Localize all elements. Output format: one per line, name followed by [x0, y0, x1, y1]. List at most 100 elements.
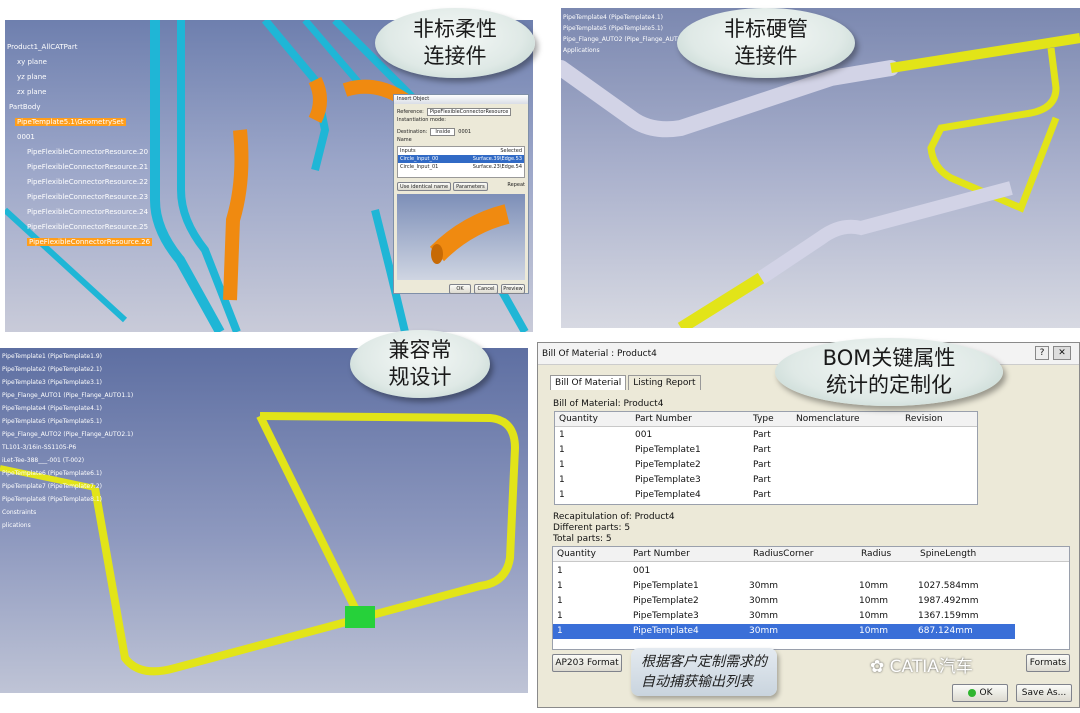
cancel-button[interactable]: Cancel [474, 284, 498, 294]
ap203-format-button[interactable]: AP203 Format [552, 654, 622, 672]
table-row[interactable]: 1 PipeTemplate2 30mm 10mm 1987.492mm [553, 594, 1069, 609]
total-parts: Total parts: 5 [553, 534, 612, 544]
tab-bill-of-material[interactable]: Bill Of Material [550, 375, 627, 390]
table-row-selected[interactable]: 1 PipeTemplate4 30mm 10mm 687.124mm [553, 624, 1015, 639]
tree-node-selected[interactable]: PipeTemplate5.1\GeometrySet [7, 115, 152, 130]
cell-type: Part [753, 490, 771, 500]
column-header[interactable]: Revision [905, 412, 943, 427]
cell-spine-length: 1987.492mm [918, 596, 979, 606]
column-header[interactable]: Nomenclature [796, 412, 859, 427]
callout-line: 非标柔性 [413, 17, 497, 41]
tree-node[interactable]: Product1_AllCATPart [7, 40, 152, 55]
tree-node[interactable]: iLet-Tee-388___-001 (T-002) [2, 454, 133, 467]
conventional-design-viewport[interactable]: PipeTemplate1 (PipeTemplate1.9) PipeTemp… [0, 348, 528, 693]
tree-node[interactable]: Constraints [2, 506, 133, 519]
callout-line: 非标硬管 [724, 17, 808, 41]
tree-node[interactable]: Pipe_Flange_AUTO1 (Pipe_Flange_AUTO1.1) [2, 389, 133, 402]
table-row[interactable]: 1 001 Part [555, 428, 977, 443]
cell-part-number: PipeTemplate2 [635, 460, 701, 470]
tree-node[interactable]: zx plane [7, 85, 152, 100]
table-row[interactable]: 1 001 [553, 564, 1069, 579]
cell-radius-corner: 30mm [749, 626, 778, 636]
column-header[interactable]: Part Number [633, 547, 690, 562]
specification-tree: PipeTemplate4 (PipeTemplate4.1) PipeTemp… [563, 12, 686, 56]
cell-radius: 10mm [859, 581, 888, 591]
table-row[interactable]: 1 PipeTemplate1 Part [555, 443, 977, 458]
input-selection: Surface.39\Edge.53 [472, 156, 522, 162]
tree-node[interactable]: 0001 [7, 130, 152, 145]
cell-radius: 10mm [859, 626, 888, 636]
tree-node[interactable]: PipeTemplate8 (PipeTemplate8.1) [2, 493, 133, 506]
tree-node[interactable]: Pipe_Flange_AUTO2 (Pipe_Flange_AUTO2 [563, 34, 686, 45]
callout-line: 规设计 [388, 365, 452, 389]
tree-node[interactable]: PipeFlexibleConnectorResource.25 [7, 220, 152, 235]
destination-value: 0001 [458, 129, 472, 135]
tree-node[interactable]: plications [2, 519, 133, 532]
tree-node[interactable]: PipeFlexibleConnectorResource.20 [7, 145, 152, 160]
input-row[interactable]: Circle_Input_00 Surface.39\Edge.53 [398, 155, 524, 163]
callout-rigid-pipe: 非标硬管 连接件 [677, 8, 855, 78]
tree-node[interactable]: PartBody [7, 100, 152, 115]
tab-listing-report[interactable]: Listing Report [628, 375, 701, 390]
tree-node[interactable]: PipeTemplate7 (PipeTemplate7.2) [2, 480, 133, 493]
reference-field[interactable]: PipeFlexibleConnectorResource [426, 108, 512, 116]
callout-line: 连接件 [734, 44, 798, 68]
tree-node[interactable]: Applications [563, 45, 686, 56]
callout-line: 连接件 [423, 44, 487, 68]
cell-part-number: 001 [635, 430, 653, 440]
input-row[interactable]: Circle_Input_01 Surface.23\Edge.54 [398, 163, 524, 171]
use-identical-name-button[interactable]: Use identical name [397, 182, 452, 191]
cell-quantity: 1 [559, 445, 565, 455]
tree-node[interactable]: PipeFlexibleConnectorResource.23 [7, 190, 152, 205]
tree-node[interactable]: PipeFlexibleConnectorResource.24 [7, 205, 152, 220]
tree-node[interactable]: yz plane [7, 70, 152, 85]
ok-button[interactable]: OK [952, 684, 1008, 702]
table-row[interactable]: 1 PipeTemplate3 30mm 10mm 1367.159mm [553, 609, 1069, 624]
column-header[interactable]: Type [753, 412, 774, 427]
tree-node[interactable]: Pipe_Flange_AUTO2 (Pipe_Flange_AUTO2.1) [2, 428, 133, 441]
tree-node[interactable]: PipeTemplate6 (PipeTemplate6.1) [2, 467, 133, 480]
tree-node[interactable]: PipeTemplate5 (PipeTemplate5.1) [563, 23, 686, 34]
tree-node[interactable]: xy plane [7, 55, 152, 70]
tree-node[interactable]: PipeFlexibleConnectorResource.22 [7, 175, 152, 190]
tree-node[interactable]: PipeTemplate4 (PipeTemplate4.1) [563, 12, 686, 23]
watermark-text: CATIA汽车 [889, 657, 973, 677]
cell-quantity: 1 [559, 430, 565, 440]
repeat-checkbox[interactable]: Repeat [507, 182, 525, 191]
column-header[interactable]: Radius [861, 547, 891, 562]
table-row[interactable]: 1 PipeTemplate1 30mm 10mm 1027.584mm [553, 579, 1069, 594]
bom-window-title: Bill Of Material : Product4 [542, 349, 657, 359]
column-header[interactable]: Quantity [557, 547, 596, 562]
tree-node-selected[interactable]: PipeFlexibleConnectorResource.26 [7, 235, 153, 250]
cell-type: Part [753, 475, 771, 485]
table-row[interactable]: 1 PipeTemplate4 Part [555, 488, 977, 503]
column-header[interactable]: Part Number [635, 412, 692, 427]
cell-part-number: PipeTemplate4 [635, 490, 701, 500]
column-header[interactable]: SpineLength [920, 547, 976, 562]
column-header[interactable]: RadiusCorner [753, 547, 813, 562]
close-icon[interactable]: ✕ [1053, 346, 1071, 360]
table-row[interactable]: 1 PipeTemplate2 Part [555, 458, 977, 473]
tree-node[interactable]: PipeTemplate2 (PipeTemplate2.1) [2, 363, 133, 376]
tree-node[interactable]: PipeTemplate4 (PipeTemplate4.1) [2, 402, 133, 415]
formats-button[interactable]: Formats [1026, 654, 1070, 672]
column-header[interactable]: Quantity [559, 412, 598, 427]
ok-button[interactable]: OK [449, 284, 471, 294]
cell-quantity: 1 [557, 626, 563, 636]
tree-node-label: PipeFlexibleConnectorResource.26 [27, 238, 153, 246]
destination-select[interactable]: Inside [430, 128, 456, 136]
tree-node[interactable]: PipeTemplate1 (PipeTemplate1.9) [2, 350, 133, 363]
callout-line: 统计的定制化 [826, 373, 952, 397]
reference-label: Reference: [397, 109, 424, 115]
tree-node[interactable]: TL101-3/16in-SS1105-P6 [2, 441, 133, 454]
parameters-button[interactable]: Parameters [453, 182, 488, 191]
tree-node[interactable]: PipeTemplate3 (PipeTemplate3.1) [2, 376, 133, 389]
preview-button[interactable]: Preview [501, 284, 525, 294]
callout-line: BOM关键属性 [822, 346, 956, 370]
table-row[interactable]: 1 PipeTemplate3 Part [555, 473, 977, 488]
dialog-title: Insert Object [394, 95, 528, 104]
save-as-button[interactable]: Save As... [1016, 684, 1072, 702]
tree-node[interactable]: PipeFlexibleConnectorResource.21 [7, 160, 152, 175]
tree-node[interactable]: PipeTemplate5 (PipeTemplate5.1) [2, 415, 133, 428]
help-icon[interactable]: ? [1035, 346, 1049, 360]
